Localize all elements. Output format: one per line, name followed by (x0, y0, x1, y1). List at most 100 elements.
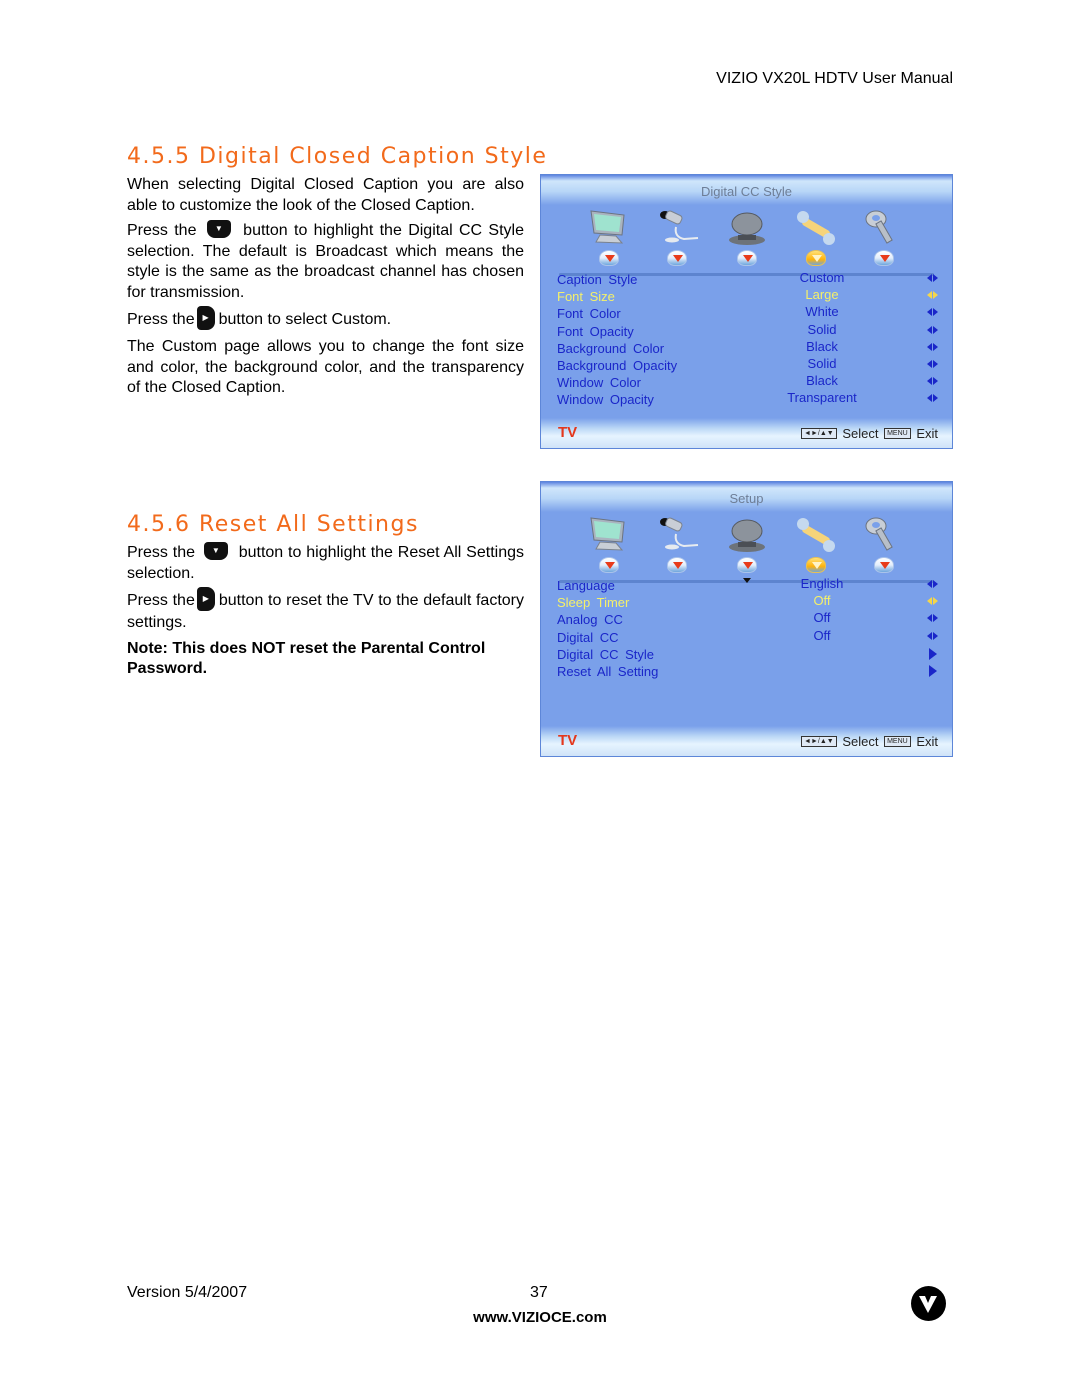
menu-item-value: Black (806, 373, 838, 389)
text: Press the (127, 222, 197, 239)
left-right-arrows-icon (927, 377, 938, 386)
osd-menu-item[interactable]: Reset All Setting (557, 664, 938, 681)
satellite-dish-icon[interactable] (724, 207, 770, 247)
right-button-icon: ▶ (196, 306, 215, 330)
down-button-icon: ▼ (206, 219, 231, 238)
left-right-arrows-icon (927, 631, 938, 641)
menu-key-icon: MENU (884, 736, 911, 748)
osd-footer: TV ◄►/▲▼ Select MENU Exit (541, 726, 952, 756)
select-label: Select (842, 426, 879, 441)
paragraph: When selecting Digital Closed Caption yo… (127, 176, 524, 214)
menu-item-label: Background Color (557, 340, 665, 356)
menu-item-label: Window Opacity (557, 392, 654, 408)
osd-screenshot-digital-cc-style: Digital CC Style Caption Style Custom Font… (540, 174, 953, 449)
version-label: Version 5/4/2007 (127, 1284, 248, 1301)
osd-menu-item[interactable]: Language English (557, 576, 938, 595)
audio-microphone-icon[interactable] (654, 207, 700, 247)
exit-label: Exit (916, 734, 938, 749)
menu-item-value: Transparent (787, 390, 857, 406)
key-parental-icon[interactable] (861, 514, 907, 554)
menu-tab-badge-icon (874, 557, 894, 573)
menu-item-label: Font Color (557, 306, 621, 322)
paragraph: The Custom page allows you to change the… (127, 338, 524, 396)
osd-screenshot-setup: Setup Language English Sleep Timer Off Analo… (540, 481, 953, 757)
menu-tab-badge-icon (737, 250, 757, 266)
wrench-setup-icon[interactable] (793, 514, 839, 554)
osd-menu-item[interactable]: Sleep Timer Off (557, 593, 938, 612)
menu-item-label: Language (557, 578, 615, 593)
menu-tab-badge-icon (806, 250, 826, 266)
menu-item-value: Off (813, 610, 831, 626)
left-right-arrows-icon (927, 359, 938, 369)
menu-item-label: Font Opacity (557, 323, 634, 339)
left-right-arrows-icon (927, 597, 938, 606)
left-right-arrows-icon (927, 394, 938, 403)
menu-item-label: Font Size (557, 289, 615, 305)
menu-key-icon: MENU (884, 428, 911, 440)
menu-item-value: Off (813, 627, 831, 643)
osd-menu-item[interactable]: Digital CC Off (557, 627, 938, 647)
nav-key-icon: ◄►/▲▼ (801, 736, 837, 748)
osd-menu-item[interactable]: Background Color Black (557, 339, 938, 358)
osd-menu-item[interactable]: Digital CC Style (557, 647, 938, 664)
menu-tab-badge-icon (667, 250, 687, 266)
osd-title: Setup (729, 491, 764, 506)
paragraph: Press the ▶ button to reset the TV to the … (127, 587, 524, 634)
left-right-arrows-icon (927, 308, 938, 317)
osd-title: Digital CC Style (700, 184, 793, 199)
menu-item-value: Solid (807, 321, 837, 337)
chevron-right-icon (927, 647, 938, 660)
menu-tab-badge-icon (667, 557, 687, 573)
osd-footer-hint: ◄►/▲▼ Select MENU Exit (799, 734, 938, 749)
left-right-arrows-icon (927, 325, 938, 335)
chevron-right-icon (927, 664, 938, 677)
osd-menu-item[interactable]: Analog CC Off (557, 610, 938, 629)
section-heading-digital-cc-style: 4.5.5 Digital Closed Caption Style (127, 144, 548, 169)
menu-item-label: Window Color (557, 375, 641, 391)
menu-item-label: Sleep Timer (557, 595, 630, 611)
paragraph: Press the ▼ button to highlight the Digi… (127, 219, 524, 303)
tv-picture-icon[interactable] (586, 207, 632, 247)
osd-footer-hint: ◄►/▲▼ Select MENU Exit (799, 426, 938, 441)
osd-menu-item[interactable]: Window Color Black (557, 373, 938, 392)
left-right-arrows-icon (927, 580, 938, 589)
tv-source-label: TV (558, 424, 578, 441)
satellite-dish-icon[interactable] (724, 514, 770, 554)
tv-picture-icon[interactable] (586, 514, 632, 554)
menu-item-label: Digital CC Style (557, 646, 655, 662)
paragraph: Press the ▶ button to select Custom. (127, 306, 524, 332)
menu-tab-badge-icon (874, 250, 894, 266)
osd-menu-item[interactable]: Font Size Large (557, 287, 938, 306)
menu-item-label: Analog CC (557, 612, 623, 628)
osd-menu-item[interactable]: Window Opacity Transparent (557, 390, 938, 409)
menu-item-label: Background Opacity (557, 357, 678, 373)
menu-item-value: Solid (807, 355, 837, 371)
page-number: 37 (530, 1284, 548, 1301)
osd-footer: TV ◄►/▲▼ Select MENU Exit (541, 418, 952, 448)
text: Press the (127, 544, 195, 561)
menu-item-value: Off (813, 593, 831, 609)
menu-item-value: Large (805, 287, 839, 303)
menu-tab-badge-icon (599, 250, 619, 266)
right-button-icon: ▶ (196, 587, 215, 611)
menu-item-label: Caption Style (557, 272, 638, 287)
audio-microphone-icon[interactable] (654, 514, 700, 554)
menu-tab-badge-icon (737, 557, 757, 573)
wrench-setup-icon[interactable] (793, 207, 839, 247)
menu-tab-badge-icon (806, 557, 826, 573)
osd-menu-item[interactable]: Font Color White (557, 304, 938, 323)
vizio-logo-icon (911, 1286, 946, 1321)
menu-item-value: Custom (799, 270, 845, 285)
text: button to select Custom. (218, 311, 392, 329)
osd-menu-item[interactable]: Font Opacity Solid (557, 321, 938, 341)
menu-item-label: Reset All Setting (557, 663, 659, 679)
manual-title: VIZIO VX20L HDTV User Manual (716, 70, 953, 87)
osd-menu-item[interactable]: Background Opacity Solid (557, 355, 938, 375)
osd-icon-row (541, 207, 952, 272)
osd-menu-item[interactable]: Caption Style Custom (557, 270, 938, 289)
menu-item-value: English (800, 576, 844, 591)
section-body-reset-all-settings: Press the ▼ button to highlight the Rese… (127, 541, 524, 685)
section-body-digital-cc-style: When selecting Digital Closed Caption yo… (127, 175, 524, 404)
key-parental-icon[interactable] (861, 207, 907, 247)
text: Press the (127, 592, 195, 610)
